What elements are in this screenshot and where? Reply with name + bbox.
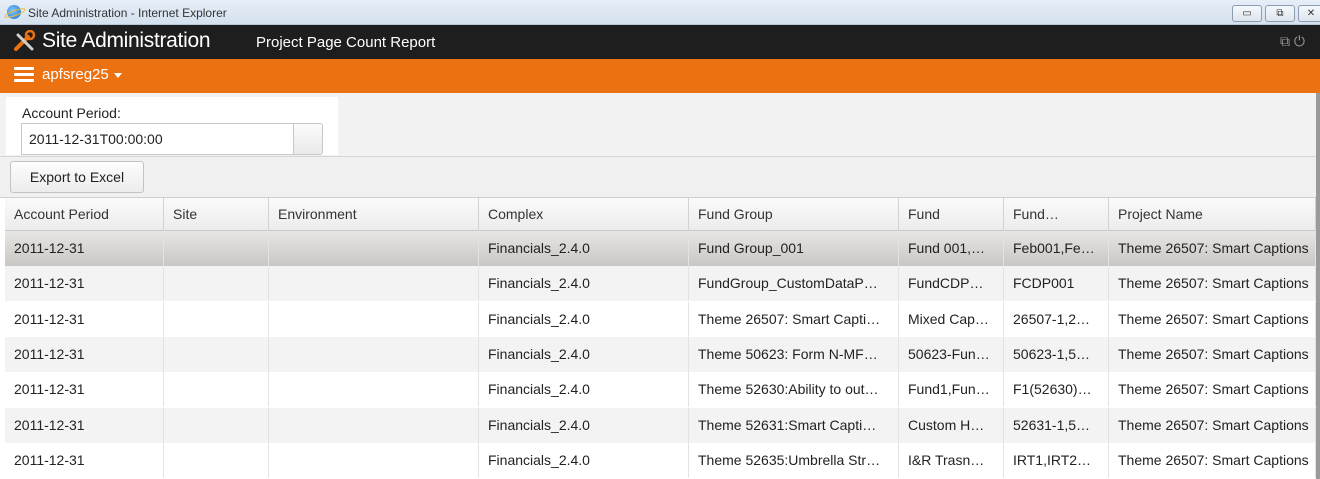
chevron-down-icon[interactable] [114,73,122,78]
cell-fund-short: F1(52630)… [1004,372,1109,408]
cell-environment [269,336,479,372]
cell-complex: Financials_2.4.0 [479,301,689,337]
cell-project-name: Theme 26507: Smart Captions [1109,407,1316,443]
cell-project-name: Theme 26507: Smart Captions [1109,266,1316,302]
cell-fund: I&R Trasn… [899,442,1004,478]
cell-complex: Financials_2.4.0 [479,407,689,443]
cell-fund-short: 26507-1,2… [1004,301,1109,337]
cell-site [164,372,269,408]
cell-environment [269,407,479,443]
cell-account-period: 2011-12-31 [5,301,164,337]
cell-environment [269,266,479,302]
tenant-selector[interactable]: apfsreg25 [42,66,109,83]
report-title: Project Page Count Report [256,34,436,51]
column-header-account-period[interactable]: Account Period [5,198,164,231]
table-row[interactable]: 2011-12-31 Financials_2.4.0 Theme 52630:Ab… [5,372,1316,408]
cell-account-period: 2011-12-31 [5,407,164,443]
maximize-button[interactable]: ⧉ [1265,5,1295,22]
cell-site [164,301,269,337]
window-title: Site Administration - Internet Explorer [28,6,227,20]
cell-fund: 50623-Fun… [899,336,1004,372]
cell-environment [269,301,479,337]
cell-environment [269,442,479,478]
internet-explorer-icon [7,5,21,19]
cell-fund-group: Theme 50623: Form N-MF… [689,336,899,372]
cell-fund-group: FundGroup_CustomDataP… [689,266,899,302]
cell-environment [269,372,479,408]
app-header: Site Administration Project Page Count R… [0,25,1320,59]
export-to-excel-button[interactable]: Export to Excel [10,161,144,193]
header-icons: ⧉ ⏻ [1280,33,1305,50]
grid-toolbar: Export to Excel [0,157,1316,198]
cell-fund-short: 52631-1,5… [1004,407,1109,443]
cell-site [164,407,269,443]
cell-fund-group: Fund Group_001 [689,231,899,266]
menu-icon[interactable] [14,67,34,83]
vertical-scrollbar[interactable] [1316,93,1320,479]
cell-site [164,442,269,478]
column-header-site[interactable]: Site [164,198,269,231]
table-row[interactable]: 2011-12-31 Financials_2.4.0 Theme 52631:Sm… [5,407,1316,443]
column-header-fund-short[interactable]: Fund… [1004,198,1109,231]
cell-fund: Custom H… [899,407,1004,443]
account-period-dropdown-button[interactable] [293,123,323,155]
tools-icon [14,30,36,51]
cell-complex: Financials_2.4.0 [479,231,689,266]
cell-account-period: 2011-12-31 [5,372,164,408]
filter-panel: Account Period: 2011-12-31T00:00:00 [0,93,1316,157]
cell-fund-group: Theme 52635:Umbrella Str… [689,442,899,478]
cell-fund: Fund 001,… [899,231,1004,266]
table-row[interactable]: 2011-12-31 Financials_2.4.0 FundGroup_Cust… [5,266,1316,302]
cell-fund: FundCDP… [899,266,1004,302]
column-header-fund-group[interactable]: Fund Group [689,198,899,231]
table-row[interactable]: 2011-12-31 Financials_2.4.0 Theme 26507: S… [5,301,1316,337]
account-period-input[interactable]: 2011-12-31T00:00:00 [21,123,293,155]
cell-complex: Financials_2.4.0 [479,266,689,302]
cell-fund-short: FCDP001 [1004,266,1109,302]
cell-project-name: Theme 26507: Smart Captions [1109,372,1316,408]
power-icon[interactable]: ⏻ [1294,33,1305,49]
cell-account-period: 2011-12-31 [5,231,164,266]
cell-complex: Financials_2.4.0 [479,336,689,372]
cell-fund-group: Theme 26507: Smart Capti… [689,301,899,337]
window-titlebar: Site Administration - Internet Explorer … [0,0,1320,25]
cell-fund-group: Theme 52630:Ability to out… [689,372,899,408]
close-button[interactable]: ✕ [1298,5,1320,22]
cell-fund-short: 50623-1,5… [1004,336,1109,372]
cell-fund-short: Feb001,Fe… [1004,231,1109,266]
cell-complex: Financials_2.4.0 [479,442,689,478]
cell-fund: Mixed Cap… [899,301,1004,337]
column-header-complex[interactable]: Complex [479,198,689,231]
grid-header: Account Period Site Environment Complex Fund… [5,198,1316,231]
column-header-fund[interactable]: Fund [899,198,1004,231]
column-header-environment[interactable]: Environment [269,198,479,231]
app-title: Site Administration [42,29,211,52]
cell-fund: Fund1,Fun… [899,372,1004,408]
cell-complex: Financials_2.4.0 [479,372,689,408]
minimize-button[interactable]: ▭ [1232,5,1262,22]
cell-site [164,231,269,266]
table-row[interactable]: 2011-12-31 Financials_2.4.0 Theme 52635:Um… [5,442,1316,478]
tenant-bar: apfsreg25 [0,59,1320,93]
report-grid: Account Period Site Environment Complex Fund… [5,198,1316,479]
cell-account-period: 2011-12-31 [5,442,164,478]
column-header-project-name[interactable]: Project Name [1109,198,1316,231]
cell-fund-short: IRT1,IRT2… [1004,442,1109,478]
cell-project-name: Theme 26507: Smart Captions [1109,442,1316,478]
cell-project-name: Theme 26507: Smart Captions [1109,231,1316,266]
cell-project-name: Theme 26507: Smart Captions [1109,336,1316,372]
cell-project-name: Theme 26507: Smart Captions [1109,301,1316,337]
cell-environment [269,231,479,266]
account-period-label: Account Period: [22,105,121,121]
table-row[interactable]: 2011-12-31 Financials_2.4.0 Fund Group_001… [5,231,1316,266]
cell-account-period: 2011-12-31 [5,336,164,372]
cell-site [164,336,269,372]
table-row[interactable]: 2011-12-31 Financials_2.4.0 Theme 50623: F… [5,336,1316,372]
cell-fund-group: Theme 52631:Smart Capti… [689,407,899,443]
popout-icon[interactable]: ⧉ [1280,33,1290,49]
account-period-filter: Account Period: 2011-12-31T00:00:00 [6,97,338,155]
cell-account-period: 2011-12-31 [5,266,164,302]
cell-site [164,266,269,302]
